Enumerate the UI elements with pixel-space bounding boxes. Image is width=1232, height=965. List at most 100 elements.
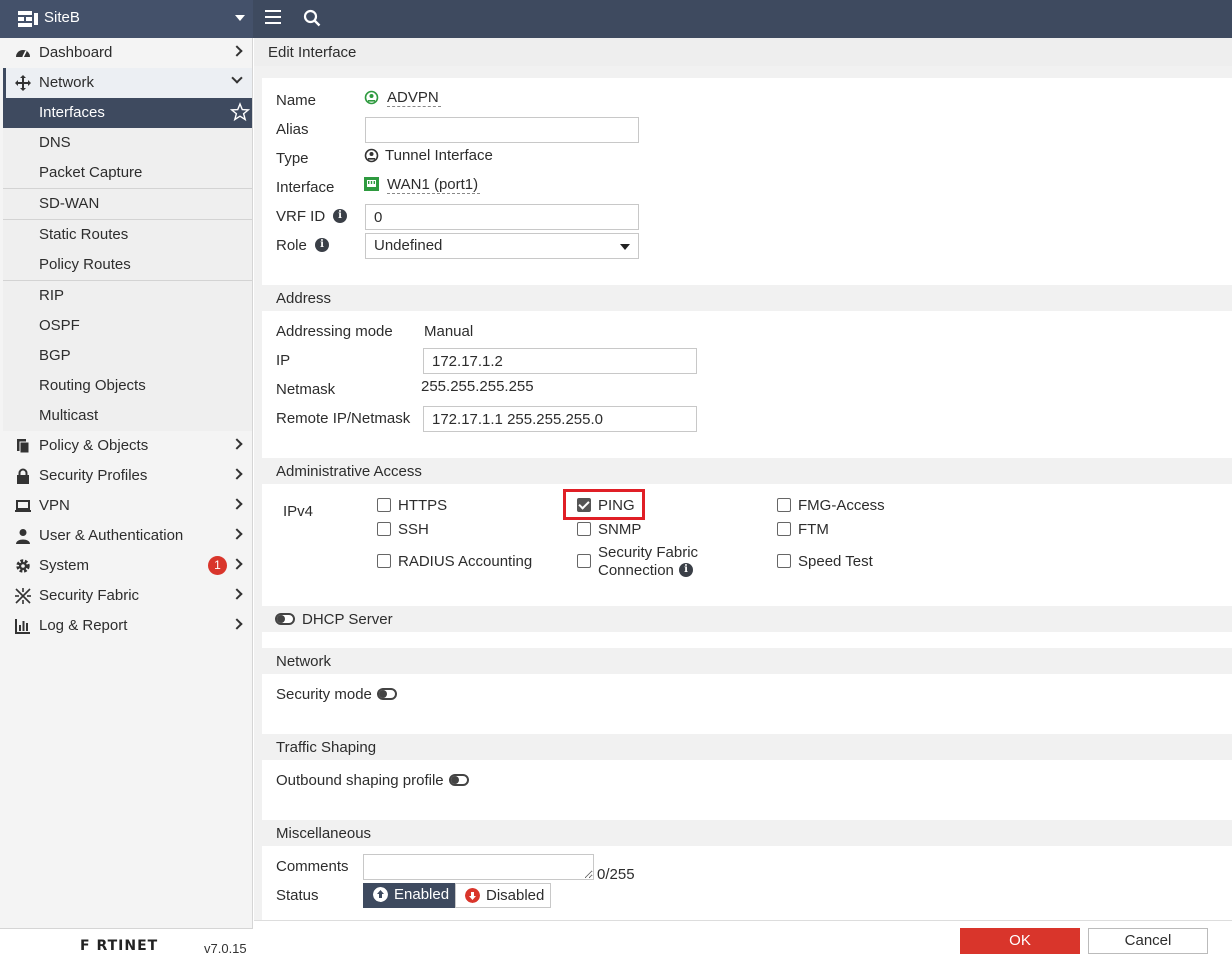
remote-ip-label: Remote IP/Netmask	[276, 410, 411, 427]
fmg-access-checkbox[interactable]	[777, 498, 791, 512]
fmg-access-label: FMG-Access	[798, 497, 885, 514]
section-title: DHCP Server	[302, 611, 393, 628]
laptop-icon	[15, 500, 31, 512]
chevron-right-icon	[231, 588, 243, 600]
enabled-label: Enabled	[394, 886, 450, 903]
ssh-label: SSH	[398, 521, 429, 538]
hamburger-menu-icon[interactable]	[265, 10, 281, 26]
search-icon[interactable]	[303, 9, 321, 27]
status-enabled-button[interactable]: Enabled	[363, 883, 455, 908]
role-selected-value: Undefined	[374, 237, 443, 254]
dhcp-server-toggle[interactable]	[275, 613, 295, 625]
sidebar-item-label: DNS	[39, 134, 71, 151]
sidebar-item-label: BGP	[39, 347, 71, 364]
security-mode-toggle[interactable]	[377, 688, 397, 700]
speed-test-checkbox[interactable]	[777, 554, 791, 568]
ftm-label: FTM	[798, 521, 829, 538]
chevron-right-icon	[231, 45, 243, 57]
sidebar-item-sd-wan[interactable]: SD-WAN	[3, 189, 252, 219]
addressing-mode-value[interactable]: Manual	[424, 323, 473, 340]
netmask-label: Netmask	[276, 381, 336, 398]
ssh-checkbox[interactable]	[377, 522, 391, 536]
sidebar-item-policy-objects[interactable]: Policy & Objects	[3, 431, 252, 461]
sidebar-item-dashboard[interactable]: Dashboard	[3, 38, 252, 68]
chevron-right-icon	[231, 438, 243, 450]
parent-interface-value[interactable]: WAN1 (port1)	[387, 176, 481, 194]
lock-icon	[17, 468, 29, 484]
device-selector[interactable]: SiteB	[0, 0, 253, 38]
info-icon[interactable]: i	[333, 209, 347, 223]
https-checkbox[interactable]	[377, 498, 391, 512]
sidebar-item-routing-objects[interactable]: Routing Objects	[3, 371, 252, 401]
role-select[interactable]: Undefined	[365, 233, 639, 259]
sidebar-item-policy-routes[interactable]: Policy Routes	[3, 250, 252, 280]
section-title: Traffic Shaping	[276, 739, 377, 756]
sidebar-item-multicast[interactable]: Multicast	[3, 401, 252, 431]
section-title: Network	[276, 653, 332, 670]
outbound-shaping-label: Outbound shaping profile	[276, 772, 444, 789]
security-fabric-connection-checkbox[interactable]	[577, 554, 591, 568]
sidebar-item-label: Multicast	[39, 407, 99, 424]
security-fabric-connection-label-2: Connection	[598, 562, 674, 579]
sidebar-item-system[interactable]: System 1	[3, 551, 252, 581]
sidebar-item-bgp[interactable]: BGP	[3, 341, 252, 371]
ip-input[interactable]	[423, 348, 697, 374]
fortigate-device-icon	[18, 11, 38, 27]
sidebar-item-label: Policy & Objects	[39, 437, 149, 454]
ip-label: IP	[276, 352, 291, 369]
alias-input[interactable]	[365, 117, 639, 143]
sidebar-item-label: VPN	[39, 497, 70, 514]
sidebar-item-security-profiles[interactable]: Security Profiles	[3, 461, 252, 491]
cancel-button[interactable]: Cancel	[1088, 928, 1208, 954]
network-icon	[15, 75, 31, 91]
comments-char-count: 0/255	[597, 866, 635, 883]
ftm-checkbox[interactable]	[777, 522, 791, 536]
sidebar-item-label: Log & Report	[39, 617, 128, 634]
firmware-version: v7.0.15	[204, 941, 247, 956]
info-icon[interactable]: i	[315, 238, 329, 252]
section-traffic-shaping: Traffic Shaping	[262, 734, 1232, 760]
sidebar-item-label: SD-WAN	[39, 195, 100, 212]
sidebar-item-vpn[interactable]: VPN	[3, 491, 252, 521]
ok-button[interactable]: OK	[960, 928, 1080, 954]
status-label: Status	[276, 887, 319, 904]
security-fabric-connection-label: Security Fabric	[598, 544, 699, 561]
info-icon[interactable]: i	[679, 563, 693, 577]
outbound-shaping-toggle[interactable]	[449, 774, 469, 786]
sidebar-item-label: Interfaces	[39, 104, 105, 121]
name-label: Name	[276, 92, 317, 109]
sidebar-item-interfaces[interactable]: Interfaces	[3, 98, 252, 128]
radius-accounting-checkbox[interactable]	[377, 554, 391, 568]
sidebar-item-label: Security Fabric	[39, 587, 140, 604]
dialog-footer	[254, 920, 1232, 965]
fortinet-logo: F RTINET	[80, 938, 159, 954]
sidebar-item-packet-capture[interactable]: Packet Capture	[3, 158, 252, 188]
chevron-right-icon	[231, 618, 243, 630]
sidebar-item-user-authentication[interactable]: User & Authentication	[3, 521, 252, 551]
gear-icon	[16, 559, 30, 573]
disabled-label: Disabled	[486, 887, 545, 904]
sidebar-item-security-fabric[interactable]: Security Fabric	[3, 581, 252, 611]
sidebar-item-ospf[interactable]: OSPF	[3, 311, 252, 341]
sidebar-item-static-routes[interactable]: Static Routes	[3, 220, 252, 250]
sidebar-item-rip[interactable]: RIP	[3, 281, 252, 311]
comments-textarea[interactable]	[363, 854, 594, 880]
notification-badge: 1	[208, 556, 227, 575]
remote-ip-input[interactable]	[423, 406, 697, 432]
sidebar-item-label: Dashboard	[39, 44, 113, 61]
sidebar-item-dns[interactable]: DNS	[3, 128, 252, 158]
snmp-checkbox[interactable]	[577, 522, 591, 536]
sidebar-item-label: Security Profiles	[39, 467, 148, 484]
arrow-down-circle-icon	[465, 888, 480, 903]
sidebar-item-network[interactable]: Network	[3, 68, 252, 98]
vrf-id-input[interactable]	[365, 204, 639, 230]
sidebar-item-log-report[interactable]: Log & Report	[3, 611, 252, 641]
section-title: Administrative Access	[276, 463, 422, 480]
user-icon	[16, 529, 30, 544]
fabric-icon	[15, 588, 31, 604]
section-title: Miscellaneous	[276, 825, 372, 842]
status-disabled-button[interactable]: Disabled	[455, 883, 551, 908]
vrf-id-label: VRF ID	[276, 208, 326, 225]
star-icon[interactable]	[230, 102, 250, 122]
interface-name-value[interactable]: ADVPN	[387, 89, 441, 107]
